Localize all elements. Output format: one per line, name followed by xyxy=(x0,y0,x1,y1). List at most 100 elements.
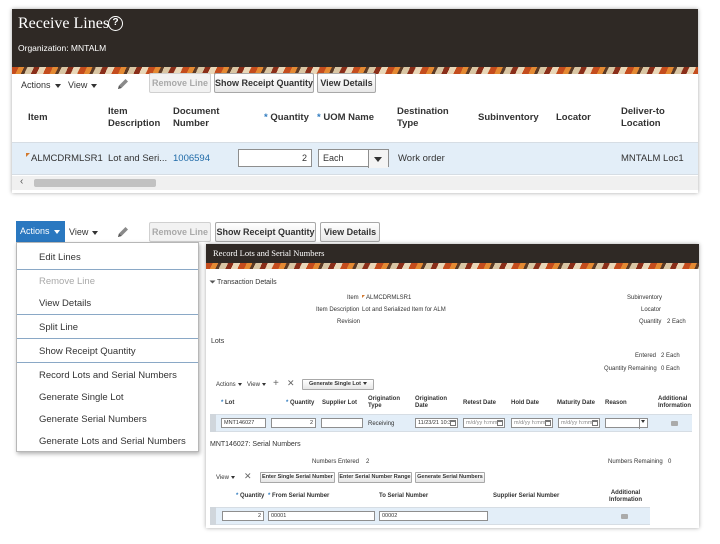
menu-item-show-receipt-quantity[interactable]: Show Receipt Quantity xyxy=(39,346,136,357)
required-asterisk: * xyxy=(221,400,224,406)
actions-menu[interactable]: Actions xyxy=(21,80,61,90)
column-header-document-number[interactable]: Document Number xyxy=(173,106,219,130)
page-title: Receive Lines xyxy=(18,15,110,32)
menu-separator xyxy=(17,338,198,339)
show-receipt-quantity-button[interactable]: Show Receipt Quantity xyxy=(214,73,314,93)
menu-item-generate-serial-numbers[interactable]: Generate Serial Numbers xyxy=(39,414,147,425)
column-header-destination-type[interactable]: Destination Type xyxy=(397,106,449,130)
receive-lines-panel: Receive Lines ? Organization: MNTALM Act… xyxy=(12,9,698,193)
edit-pencil-icon[interactable] xyxy=(116,77,130,91)
column-header-hold-date[interactable]: Hold Date xyxy=(511,400,539,407)
column-header-origination-type[interactable]: Origination Type xyxy=(368,396,400,410)
column-header-subinventory[interactable]: Subinventory xyxy=(478,112,539,124)
enter-serial-number-range-button[interactable]: Enter Serial Number Range xyxy=(338,472,412,483)
column-header-lot[interactable]: * Lot xyxy=(221,400,234,407)
dialog-title: Record Lots and Serial Numbers xyxy=(213,248,325,258)
calendar-icon[interactable] xyxy=(592,420,598,426)
serial-column-header-to[interactable]: To Serial Number xyxy=(379,493,428,500)
required-asterisk: * xyxy=(236,493,239,499)
enter-single-serial-number-button[interactable]: Enter Single Serial Number xyxy=(260,472,335,483)
column-header-deliver-to-location[interactable]: Deliver-to Location xyxy=(621,106,665,130)
lot-input[interactable]: MNT146027 xyxy=(221,418,266,428)
header-text: Information xyxy=(609,497,642,503)
menu-item-split-line[interactable]: Split Line xyxy=(39,322,78,333)
horizontal-scrollbar[interactable]: ‹ xyxy=(12,176,698,190)
column-header-item-description[interactable]: Item Description xyxy=(108,106,160,130)
additional-info-icon[interactable] xyxy=(621,514,628,519)
menu-separator xyxy=(17,362,198,363)
remove-line-button[interactable]: Remove Line xyxy=(149,222,211,242)
dropdown-arrow-icon[interactable] xyxy=(368,150,388,168)
organization-label: Organization: MNTALM xyxy=(18,43,107,53)
column-header-quantity[interactable]: * Quantity xyxy=(264,112,309,124)
view-menu[interactable]: View xyxy=(69,227,99,237)
column-header-locator[interactable]: Locator xyxy=(556,112,591,124)
column-header-origination-date[interactable]: Origination Date xyxy=(415,396,447,410)
add-icon[interactable]: + xyxy=(273,378,279,389)
delete-icon[interactable]: ✕ xyxy=(244,471,252,482)
uom-value: Each xyxy=(323,153,344,163)
serial-column-header-quantity[interactable]: * Quantity xyxy=(236,493,264,500)
column-header-maturity-date[interactable]: Maturity Date xyxy=(557,400,595,407)
lots-view-menu[interactable]: View xyxy=(247,382,266,388)
numbers-remaining-label: Numbers Remaining xyxy=(608,459,663,465)
view-details-button[interactable]: View Details xyxy=(317,73,376,93)
column-header-item[interactable]: Item xyxy=(28,112,48,124)
to-serial-number-input[interactable]: 00002 xyxy=(379,511,488,521)
transaction-details-toggle[interactable]: Transaction Details xyxy=(209,279,277,286)
menu-item-remove-line[interactable]: Remove Line xyxy=(39,276,95,287)
column-header-uom-name[interactable]: * UOM Name xyxy=(317,112,374,124)
serial-quantity-input[interactable]: 2 xyxy=(222,511,264,521)
item-label: Item xyxy=(347,295,359,301)
record-lots-serial-dialog: Record Lots and Serial Numbers Transacti… xyxy=(206,244,699,528)
header-text: Additional xyxy=(658,396,688,402)
serial-column-header-from[interactable]: * From Serial Number xyxy=(268,493,329,500)
supplier-lot-input[interactable] xyxy=(321,418,363,428)
actions-menu-open[interactable]: Actions xyxy=(16,221,65,242)
dropdown-arrow-icon[interactable] xyxy=(639,419,648,429)
actions-label: Actions xyxy=(20,226,50,236)
menu-item-generate-lots-serial-numbers[interactable]: Generate Lots and Serial Numbers xyxy=(39,436,186,447)
lot-quantity-input[interactable]: 2 xyxy=(271,418,316,428)
row-selector[interactable] xyxy=(210,507,216,525)
serial-column-header-supplier[interactable]: Supplier Serial Number xyxy=(493,493,559,500)
header-text: Additional xyxy=(610,490,641,496)
row-selector[interactable] xyxy=(210,414,216,432)
calendar-icon[interactable] xyxy=(497,420,503,426)
view-details-button[interactable]: View Details xyxy=(320,222,380,242)
menu-item-record-lots-serial-numbers[interactable]: Record Lots and Serial Numbers xyxy=(39,370,177,381)
serial-view-menu[interactable]: View xyxy=(216,475,235,481)
column-header-supplier-lot[interactable]: Supplier Lot xyxy=(322,400,357,407)
quantity-input[interactable]: 2 xyxy=(238,149,312,167)
column-header-reason[interactable]: Reason xyxy=(605,400,627,407)
additional-info-icon[interactable] xyxy=(671,421,678,426)
show-receipt-quantity-button[interactable]: Show Receipt Quantity xyxy=(215,222,316,242)
menu-item-view-details[interactable]: View Details xyxy=(39,298,91,309)
calendar-icon[interactable] xyxy=(545,420,551,426)
menu-item-edit-lines[interactable]: Edit Lines xyxy=(39,252,81,263)
column-header-additional-information[interactable]: Additional Information xyxy=(658,396,691,410)
calendar-icon[interactable] xyxy=(450,420,456,426)
header-text: Information xyxy=(658,403,691,409)
from-serial-number-input[interactable]: 00001 xyxy=(268,511,375,521)
uom-select[interactable]: Each xyxy=(318,149,389,168)
generate-serial-numbers-button[interactable]: Generate Serial Numbers xyxy=(415,472,485,483)
document-number-link[interactable]: 1006594 xyxy=(173,153,210,164)
header-text: Quantity xyxy=(240,493,265,499)
remove-line-button[interactable]: Remove Line xyxy=(149,73,211,93)
delete-icon[interactable]: ✕ xyxy=(287,378,295,389)
chevron-down-icon xyxy=(261,382,266,386)
edit-pencil-icon[interactable] xyxy=(116,225,130,239)
lots-actions-menu[interactable]: Actions xyxy=(216,382,242,388)
generate-single-lot-button[interactable]: Generate Single Lot xyxy=(302,379,374,390)
help-icon[interactable]: ? xyxy=(108,16,123,31)
chevron-down-icon xyxy=(230,475,235,479)
serial-column-header-additional-information[interactable]: Additional Information xyxy=(609,490,642,504)
scroll-left-icon[interactable]: ‹ xyxy=(20,176,23,187)
view-menu[interactable]: View xyxy=(68,80,98,90)
column-header-quantity[interactable]: * Quantity xyxy=(286,400,314,407)
column-header-retest-date[interactable]: Retest Date xyxy=(463,400,496,407)
menu-item-generate-single-lot[interactable]: Generate Single Lot xyxy=(39,392,124,403)
scrollbar-thumb[interactable] xyxy=(34,179,156,187)
menu-separator xyxy=(17,269,198,270)
